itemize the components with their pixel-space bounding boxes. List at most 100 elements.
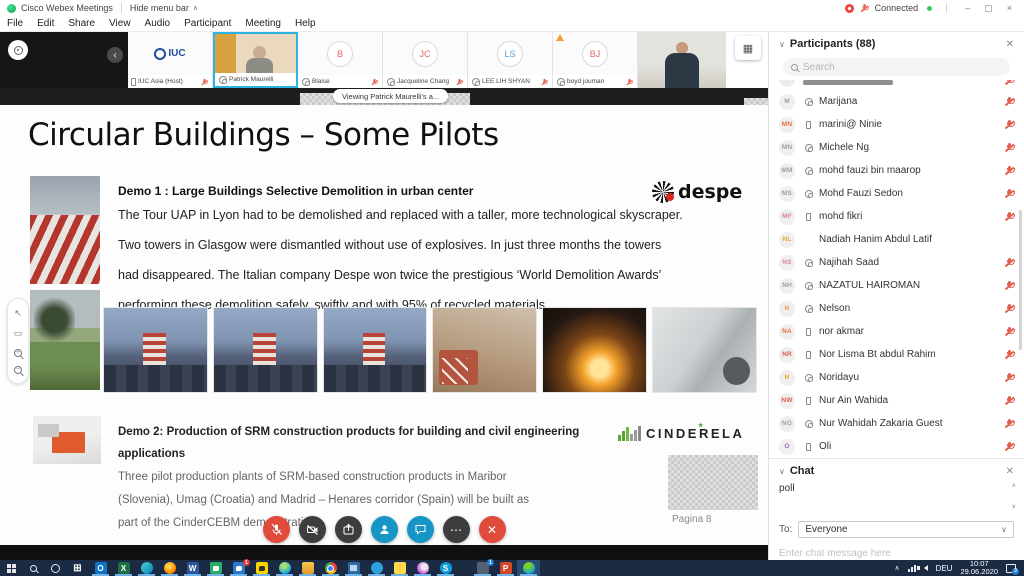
mute-button[interactable]	[263, 516, 290, 543]
minimize-button[interactable]: –	[961, 3, 974, 13]
menu-item[interactable]: Meeting	[238, 18, 288, 29]
participant-row[interactable]: MN Michele Ng	[769, 136, 1024, 159]
taskbar-app[interactable]: X	[112, 560, 135, 576]
taskbar-app[interactable]	[158, 560, 181, 576]
muted-mic-icon[interactable]	[1005, 97, 1014, 107]
participant-row[interactable]: NR Nor Lisma Bt abdul Rahim	[769, 343, 1024, 366]
menu-item[interactable]: View	[102, 18, 138, 29]
menu-item[interactable]: File	[0, 18, 30, 29]
menu-item[interactable]: Help	[288, 18, 323, 29]
taskbar-app[interactable]	[342, 560, 365, 576]
participant-row[interactable]: NH NAZATUL HAIROMAN	[769, 274, 1024, 297]
muted-mic-icon[interactable]	[457, 78, 463, 85]
chat-input[interactable]: Enter chat message here	[779, 548, 1014, 559]
muted-mic-icon[interactable]	[1005, 327, 1014, 337]
muted-mic-icon[interactable]	[1005, 304, 1014, 314]
muted-mic-icon[interactable]	[1005, 396, 1014, 406]
viewing-banner[interactable]: Viewing Patrick Maurelli's a...	[333, 89, 448, 103]
more-options-button[interactable]: ⋯	[443, 516, 470, 543]
start-button[interactable]	[0, 560, 22, 576]
chevron-up-icon[interactable]: ∧	[193, 4, 198, 12]
participant-row[interactable]: NA nor akmar	[769, 320, 1024, 343]
muted-mic-icon[interactable]	[1005, 143, 1014, 153]
menu-item[interactable]: Audio	[138, 18, 178, 29]
muted-mic-icon[interactable]	[1005, 373, 1014, 383]
menu-item[interactable]: Edit	[30, 18, 61, 29]
video-tile-boyd[interactable]: BJ boyd jouman	[553, 32, 638, 88]
video-tile-iuc[interactable]: IUC IUC Asia (Host)	[128, 32, 213, 88]
participant-row[interactable]: N Noridayu	[769, 366, 1024, 389]
video-tile-self[interactable]	[638, 32, 726, 88]
muted-mic-icon[interactable]	[372, 78, 378, 85]
participant-row-clipped[interactable]	[769, 80, 1024, 90]
pointer-tool-icon[interactable]: ↖	[14, 308, 22, 319]
close-button[interactable]: ×	[1003, 3, 1016, 13]
participants-search[interactable]: Search	[783, 58, 1010, 76]
muted-mic-icon[interactable]	[1005, 189, 1014, 199]
muted-mic-icon[interactable]	[202, 78, 208, 85]
collapse-strip-button[interactable]: ‹	[107, 47, 123, 63]
page-fit-icon[interactable]: ▭	[14, 328, 23, 339]
menu-item[interactable]: Participant	[177, 18, 238, 29]
chevron-down-icon[interactable]: ∨	[779, 40, 785, 49]
chat-scroll-arrows[interactable]: ∧∨	[1012, 483, 1016, 511]
cortana-button[interactable]	[44, 560, 66, 576]
taskbar-app[interactable]: O	[89, 560, 112, 576]
muted-mic-icon[interactable]	[1005, 212, 1014, 222]
muted-mic-icon[interactable]	[1005, 419, 1014, 429]
taskbar-app[interactable]	[365, 560, 388, 576]
muted-mic-icon[interactable]	[1005, 120, 1014, 130]
muted-mic-icon[interactable]	[1005, 258, 1014, 268]
zoom-out-icon[interactable]: −	[14, 366, 22, 374]
grid-view-button[interactable]: ▦	[735, 36, 761, 60]
muted-mic-icon[interactable]	[1005, 350, 1014, 360]
video-tile-jacqueline[interactable]: JC Jacqueline Chang	[383, 32, 468, 88]
muted-mic-icon[interactable]	[542, 78, 548, 85]
taskbar-app[interactable]	[135, 560, 158, 576]
taskbar-app[interactable]: 1	[227, 560, 250, 576]
participant-row[interactable]: N Nelson	[769, 297, 1024, 320]
taskbar-app[interactable]	[319, 560, 342, 576]
leave-meeting-button[interactable]: ✕	[479, 516, 506, 543]
taskbar-app[interactable]	[411, 560, 434, 576]
muted-mic-icon[interactable]	[1005, 442, 1014, 452]
close-participants-icon[interactable]: ✕	[1006, 39, 1014, 50]
participants-button[interactable]	[371, 516, 398, 543]
taskbar-app[interactable]	[273, 560, 296, 576]
scrollbar-thumb[interactable]	[1019, 210, 1022, 350]
taskbar-app[interactable]	[517, 560, 540, 576]
volume-icon[interactable]	[924, 565, 928, 571]
taskbar-app[interactable]: S	[434, 560, 457, 576]
network-signal-icon[interactable]	[908, 565, 916, 572]
hide-menu-bar-button[interactable]: Hide menu bar	[130, 3, 189, 13]
action-center-icon[interactable]: 3	[1006, 564, 1016, 573]
recording-icon[interactable]	[845, 4, 854, 13]
participant-row[interactable]: NS Najihah Saad	[769, 251, 1024, 274]
participant-row[interactable]: MM mohd fauzi bin maarop	[769, 159, 1024, 182]
video-tile-lee[interactable]: LS LEE LIH SHYAN	[468, 32, 553, 88]
taskbar-app[interactable]: P	[494, 560, 517, 576]
participant-row[interactable]: NL Nadiah Hanim Abdul Latif	[769, 228, 1024, 251]
participant-row[interactable]: MF mohd fikri	[769, 205, 1024, 228]
taskbar-app[interactable]: 1	[471, 560, 494, 576]
close-chat-icon[interactable]: ✕	[1006, 466, 1014, 477]
participant-row[interactable]: MS Mohd Fauzi Sedon	[769, 182, 1024, 205]
maximize-button[interactable]: ▢	[980, 3, 997, 14]
participant-row[interactable]: NG Nur Wahidah Zakaria Guest	[769, 412, 1024, 435]
taskbar-app[interactable]	[296, 560, 319, 576]
language-indicator[interactable]: DEU	[936, 564, 953, 573]
taskbar-app[interactable]	[250, 560, 273, 576]
camera-button[interactable]	[299, 516, 326, 543]
taskbar-app[interactable]: ⊞	[66, 560, 89, 576]
taskbar-app[interactable]	[204, 560, 227, 576]
muted-mic-icon[interactable]	[627, 78, 633, 85]
zoom-in-icon[interactable]: +	[14, 349, 22, 357]
video-tile-blaise[interactable]: B Blaise	[298, 32, 383, 88]
muted-mic-icon[interactable]	[1005, 281, 1014, 291]
menu-item[interactable]: Share	[61, 18, 102, 29]
chevron-down-icon[interactable]: ∨	[779, 467, 785, 476]
participant-row[interactable]: O Oli	[769, 435, 1024, 458]
recipient-select[interactable]: Everyone ∨	[798, 521, 1014, 538]
strip-info-button[interactable]	[8, 40, 28, 60]
participant-row[interactable]: MN marini@ Ninie	[769, 113, 1024, 136]
